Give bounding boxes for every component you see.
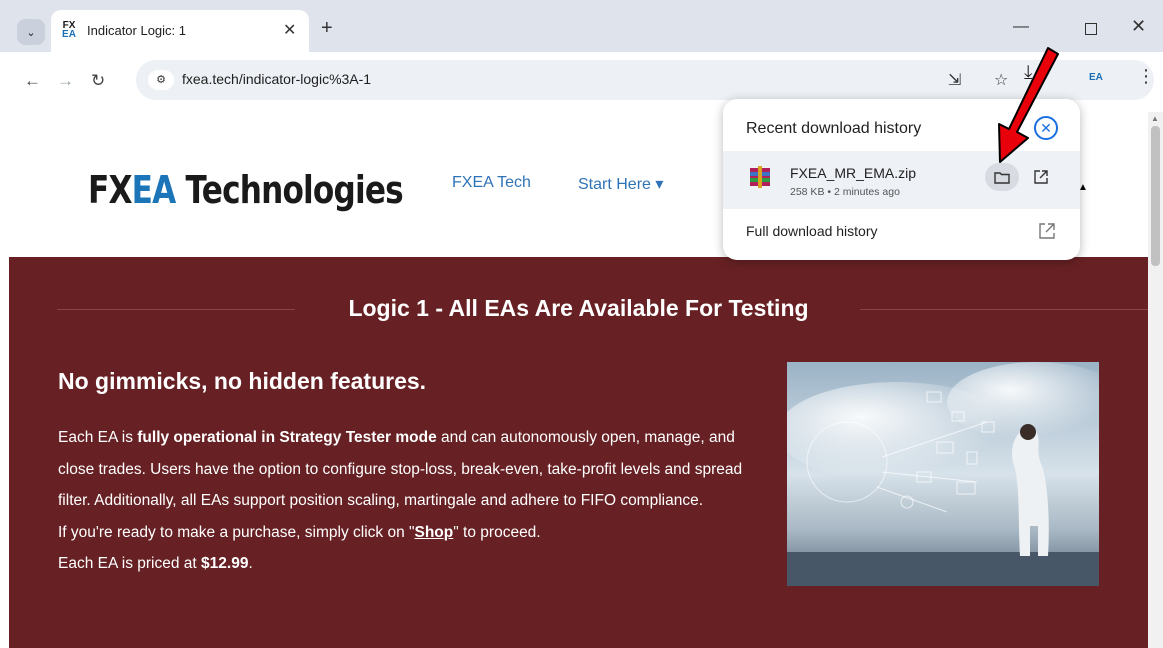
maximize-button[interactable]: [1085, 23, 1097, 35]
body-bold-text: fully operational in Strategy Tester mod…: [137, 429, 437, 446]
site-favicon-icon: FX EA: [60, 21, 78, 41]
download-file-meta: 258 KB • 2 minutes ago: [790, 186, 900, 198]
folder-icon: [994, 171, 1010, 184]
favicon-ea-text: EA: [62, 29, 76, 40]
scroll-thumb[interactable]: [1151, 126, 1160, 266]
download-popup-header: Recent download history: [746, 120, 922, 137]
zip-archive-icon: [750, 166, 770, 188]
scroll-up-icon[interactable]: ▲: [1151, 114, 1159, 123]
close-window-button[interactable]: ✕: [1131, 16, 1146, 37]
tab-strip: ⌄ FX EA Indicator Logic: 1 ✕ + — ✕: [0, 0, 1163, 52]
minimize-button[interactable]: —: [1013, 18, 1029, 36]
new-tab-button[interactable]: +: [321, 17, 333, 40]
body-text: Each EA is priced at: [58, 555, 202, 572]
show-in-folder-button[interactable]: [985, 163, 1019, 191]
open-external-icon[interactable]: [1036, 220, 1058, 242]
mouse-cursor-icon: ▲: [1078, 182, 1088, 193]
annotation-arrow: [998, 47, 1059, 163]
logo-prefix: FX: [88, 168, 133, 212]
section-heading: No gimmicks, no hidden features.: [58, 368, 427, 394]
url-text[interactable]: fxea.tech/indicator-logic%3A-1: [182, 71, 371, 87]
page-scrollbar[interactable]: ▲: [1148, 112, 1163, 648]
body-text: .: [248, 555, 253, 572]
tab-search-dropdown[interactable]: ⌄: [17, 19, 45, 45]
forward-button[interactable]: →: [57, 71, 74, 91]
logo-suffix: Technologies: [175, 168, 403, 212]
open-external-icon: [1034, 170, 1048, 184]
tab-close-icon[interactable]: ✕: [283, 20, 296, 40]
open-file-button[interactable]: [1030, 166, 1052, 188]
site-logo[interactable]: FXEA Technologies: [88, 168, 404, 212]
hero-section: Logic 1 - All EAs Are Available For Test…: [9, 257, 1150, 648]
nav-link-start-here[interactable]: Start Here ▾: [578, 174, 663, 194]
section-title: Logic 1 - All EAs Are Available For Test…: [348, 295, 809, 321]
logo-accent: EA: [131, 168, 177, 212]
full-download-history-link[interactable]: Full download history: [746, 223, 878, 239]
nav-link-fxea-tech[interactable]: FXEA Tech: [452, 174, 531, 192]
shop-link[interactable]: Shop: [415, 524, 454, 541]
back-button[interactable]: ←: [24, 71, 41, 91]
section-body: Each EA is fully operational in Strategy…: [58, 422, 758, 580]
tab-title: Indicator Logic: 1: [87, 23, 187, 38]
install-app-icon[interactable]: ⇲: [948, 70, 961, 90]
download-file-name[interactable]: FXEA_MR_EMA.zip: [790, 165, 916, 181]
reload-button[interactable]: ↻: [91, 71, 105, 91]
active-tab[interactable]: FX EA Indicator Logic: 1 ✕: [51, 10, 309, 52]
browser-menu-icon[interactable]: ⋮: [1137, 66, 1155, 87]
hero-illustration: [787, 362, 1099, 586]
site-info-icon[interactable]: ⚙: [148, 70, 174, 90]
body-text: If you're ready to make a purchase, simp…: [58, 523, 415, 541]
price-text: $12.99: [201, 555, 249, 572]
body-text: Each EA is: [58, 429, 138, 446]
extension-icon[interactable]: EA: [1089, 72, 1103, 83]
body-text: " to proceed.: [453, 523, 541, 541]
